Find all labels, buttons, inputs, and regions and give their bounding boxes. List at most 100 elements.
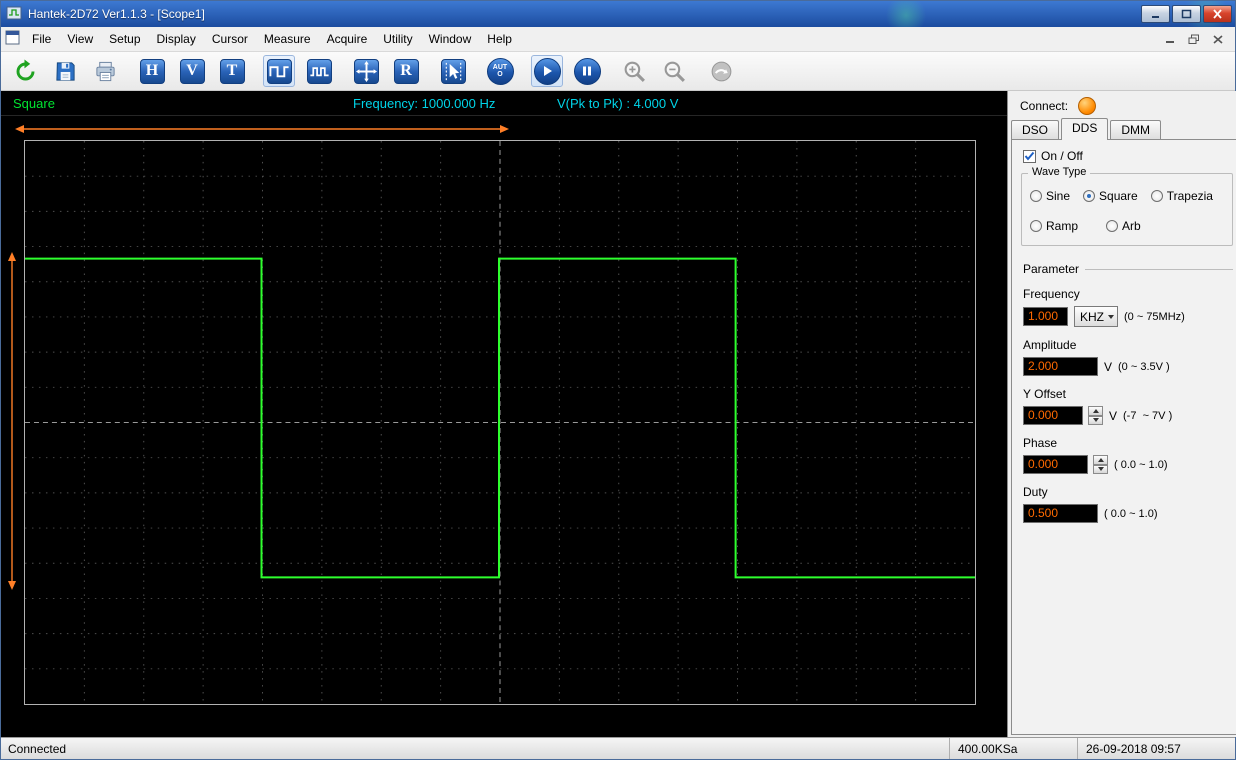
auto-set-button[interactable]: AUTO: [484, 55, 516, 87]
mdi-restore-button[interactable]: [1183, 30, 1205, 48]
sample-rate: 400.00KSa: [949, 738, 1077, 759]
radio-arb-label: Arb: [1122, 219, 1141, 233]
tab-dds[interactable]: DDS: [1061, 118, 1108, 140]
phase-range: ( 0.0 ~ 1.0): [1114, 459, 1168, 471]
panel-tabs: DSO DDS DMM: [1008, 118, 1236, 139]
maximize-button[interactable]: [1172, 5, 1201, 23]
connection-led: [1078, 97, 1096, 115]
arrow-up-icon: [1098, 458, 1104, 462]
mdi-close-button[interactable]: [1207, 30, 1229, 48]
radio-square-circle: [1083, 190, 1095, 202]
y-offset-input[interactable]: 0.000: [1023, 406, 1083, 425]
wave-type-readout: Square: [13, 96, 55, 111]
duty-input[interactable]: 0.500: [1023, 504, 1098, 523]
pause-button[interactable]: [571, 55, 603, 87]
toolbar: H V T: [1, 52, 1235, 91]
radio-ramp-label: Ramp: [1046, 219, 1078, 233]
menu-acquire[interactable]: Acquire: [319, 28, 376, 50]
menu-file[interactable]: File: [24, 28, 59, 50]
auto-set-label: AUTO: [493, 64, 508, 78]
amplitude-cursor[interactable]: [5, 252, 19, 590]
start-button[interactable]: [531, 55, 563, 87]
menu-utility[interactable]: Utility: [375, 28, 420, 50]
print-button[interactable]: [89, 55, 121, 87]
menu-display[interactable]: Display: [149, 28, 204, 50]
close-button[interactable]: [1203, 5, 1232, 23]
scope-grid: [24, 140, 976, 705]
record-button[interactable]: R: [390, 55, 422, 87]
y-offset-spin-up[interactable]: [1088, 406, 1103, 416]
vertical-button[interactable]: V: [176, 55, 208, 87]
pan-button[interactable]: [705, 55, 737, 87]
menu-measure[interactable]: Measure: [256, 28, 319, 50]
radio-ramp[interactable]: Ramp: [1030, 219, 1078, 233]
datetime: 26-09-2018 09:57: [1077, 738, 1235, 759]
menu-window[interactable]: Window: [421, 28, 480, 50]
radio-sine[interactable]: Sine: [1030, 189, 1070, 203]
amplitude-label: Amplitude: [1023, 338, 1233, 352]
cursor-measure-button[interactable]: [437, 55, 469, 87]
display-settings-button[interactable]: [350, 55, 382, 87]
maximize-icon: [1181, 9, 1192, 19]
close-icon: [1212, 9, 1223, 19]
y-offset-unit: V: [1109, 409, 1117, 423]
title-bar: Hantek-2D72 Ver1.1.3 - [Scope1]: [1, 1, 1235, 27]
trigger-button-label: T: [220, 59, 245, 84]
menu-help[interactable]: Help: [479, 28, 520, 50]
tab-dso[interactable]: DSO: [1011, 120, 1059, 139]
radio-sine-circle: [1030, 190, 1042, 202]
phase-input[interactable]: 0.000: [1023, 455, 1088, 474]
menu-cursor[interactable]: Cursor: [204, 28, 256, 50]
waveform-normal-button[interactable]: [263, 55, 295, 87]
y-offset-range: (-7 ~ 7V ): [1123, 410, 1172, 422]
duty-label: Duty: [1023, 485, 1233, 499]
zoom-out-icon: [662, 59, 687, 84]
frequency-input[interactable]: 1.000: [1023, 307, 1068, 326]
waveform-pulse-button[interactable]: [303, 55, 335, 87]
refresh-button[interactable]: [9, 55, 41, 87]
menu-setup[interactable]: Setup: [101, 28, 148, 50]
connection-status: Connected: [1, 742, 949, 756]
menu-view[interactable]: View: [59, 28, 101, 50]
radio-trapezia-label: Trapezia: [1167, 189, 1213, 203]
vpp-readout: V(Pk to Pk) : 4.000 V: [557, 96, 678, 111]
on-off-checkbox[interactable]: [1023, 150, 1036, 163]
amplitude-range: (0 ~ 3.5V ): [1118, 361, 1170, 373]
crosshair-icon: [355, 60, 378, 83]
phase-spin-up[interactable]: [1093, 455, 1108, 465]
minimize-icon: [1150, 9, 1161, 19]
zoom-out-button[interactable]: [658, 55, 690, 87]
pulse-wave-icon: [308, 60, 331, 83]
radio-arb[interactable]: Arb: [1106, 219, 1141, 233]
print-icon: [94, 60, 117, 83]
radio-trapezia[interactable]: Trapezia: [1151, 189, 1213, 203]
trigger-button[interactable]: T: [216, 55, 248, 87]
duty-range: ( 0.0 ~ 1.0): [1104, 508, 1158, 520]
save-button[interactable]: [49, 55, 81, 87]
zoom-in-button[interactable]: [618, 55, 650, 87]
horizontal-button-label: H: [140, 59, 165, 84]
radio-sine-label: Sine: [1046, 189, 1070, 203]
arrow-down-icon: [1098, 467, 1104, 471]
play-icon: [540, 64, 554, 78]
y-offset-spin-down[interactable]: [1088, 416, 1103, 426]
mdi-minimize-button[interactable]: [1159, 30, 1181, 48]
mdi-minimize-icon: [1165, 35, 1175, 44]
frequency-unit-value: KHZ: [1080, 310, 1104, 324]
chevron-down-icon: [1108, 315, 1114, 319]
frequency-unit-dropdown[interactable]: KHZ: [1074, 306, 1118, 327]
tab-dmm[interactable]: DMM: [1110, 120, 1161, 139]
amplitude-input[interactable]: 2.000: [1023, 357, 1098, 376]
period-cursor[interactable]: [15, 123, 509, 135]
arrow-up-icon: [1093, 409, 1099, 413]
scope-display[interactable]: [1, 116, 1007, 737]
main-area: Square Frequency: 1000.000 Hz V(Pk to Pk…: [1, 91, 1235, 737]
phase-spin-down[interactable]: [1093, 465, 1108, 475]
pause-icon: [581, 65, 593, 77]
radio-square[interactable]: Square: [1083, 189, 1138, 203]
on-off-row: On / Off: [1023, 149, 1233, 163]
parameter-divider: [1085, 269, 1233, 270]
minimize-button[interactable]: [1141, 5, 1170, 23]
horizontal-button[interactable]: H: [136, 55, 168, 87]
parameter-title: Parameter: [1023, 262, 1079, 276]
